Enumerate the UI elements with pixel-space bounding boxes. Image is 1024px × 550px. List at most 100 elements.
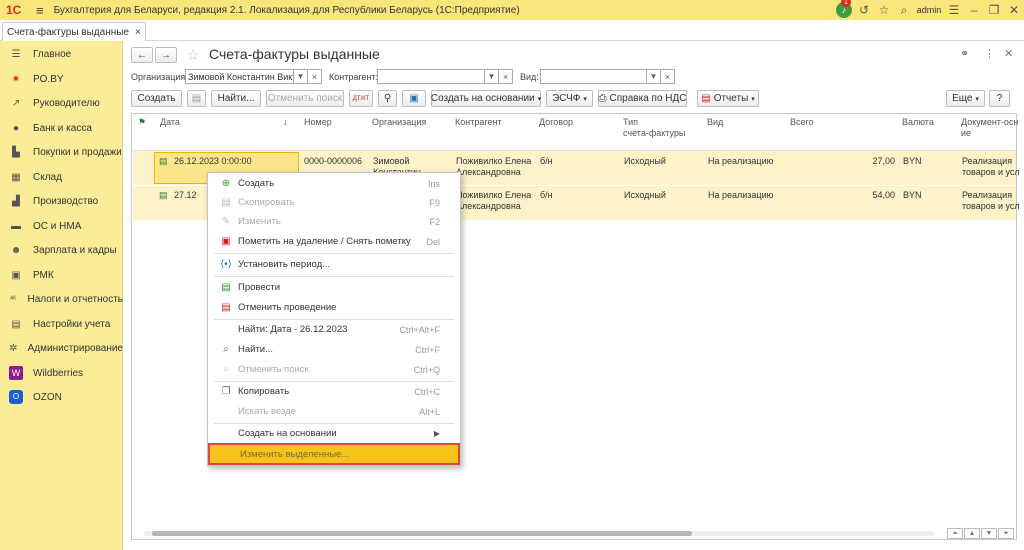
search-icon: ⌕ [223, 344, 229, 355]
menu-item-cancel-search[interactable]: ⌕ Отменить поиск Ctrl+Q [208, 359, 460, 380]
restore-icon[interactable]: ❐ [984, 0, 1004, 20]
menu-item-copy[interactable]: ▤ Скопировать F9 [208, 192, 460, 213]
create-button[interactable]: Создать [131, 90, 182, 107]
col-header-total[interactable]: Всего [790, 117, 814, 128]
horizontal-scrollbar[interactable] [144, 531, 934, 536]
cell-basis: Реализация товаров и усл [962, 156, 1020, 177]
menu-item-create[interactable]: ⊕ Создать Ins [208, 173, 460, 194]
create-based-button[interactable]: Создать на основании ▾ [431, 90, 541, 107]
menu-item-find[interactable]: ⌕ Найти... Ctrl+F [208, 339, 460, 360]
col-header-contractor[interactable]: Контрагент [455, 117, 502, 128]
more-actions-icon[interactable]: ⋮ [984, 47, 995, 60]
copy-icon: ▤ [221, 197, 231, 208]
esf-button[interactable]: ЭСЧФ ▾ [546, 90, 593, 107]
sidebar-item-purchases-sales[interactable]: ▙ Покупки и продажи [0, 140, 123, 164]
forward-button[interactable]: → [155, 47, 177, 63]
sidebar-item-manager[interactable]: ↗ Руководителю [0, 91, 123, 115]
cancel-search-button[interactable]: Отменить поиск [266, 90, 344, 107]
app-title: Бухгалтерия для Беларуси, редакция 2.1. … [53, 4, 520, 16]
history-icon[interactable]: ↺ [854, 0, 874, 20]
attach-button[interactable]: ⚲ [378, 90, 397, 107]
menu-item-unpost[interactable]: ▤ Отменить проведение [208, 297, 460, 318]
tab-close-icon[interactable]: × [135, 27, 141, 38]
org-dropdown-button[interactable]: ▾ [293, 69, 308, 84]
sidebar-item-ozon[interactable]: O OZON [0, 385, 123, 409]
sidebar-item-production[interactable]: ▟ Производство [0, 189, 123, 213]
scroll-bottom-icon[interactable]: ⏷ [998, 528, 1014, 539]
col-header-basis[interactable]: Документ-осн ие [961, 117, 1018, 139]
kind-dropdown-button[interactable]: ▾ [646, 69, 661, 84]
notifications-button[interactable]: ♪ 1 [834, 0, 854, 20]
settings-menu-icon[interactable]: ☰ [944, 0, 964, 20]
menu-item-search-everywhere[interactable]: Искать везде Alt+L [208, 401, 460, 422]
col-header-org[interactable]: Организация [372, 117, 426, 128]
sidebar-item-payroll[interactable]: ☻ Зарплата и кадры [0, 238, 123, 262]
scroll-top-icon[interactable]: ⏶ [947, 528, 963, 539]
clipboard-icon: ❐ [221, 386, 231, 397]
more-button[interactable]: Еще ▾ [946, 90, 985, 107]
sidebar-item-admin[interactable]: ✲ Администрирование [0, 336, 123, 360]
org-field[interactable]: Зимовой Константин Викто [185, 69, 294, 84]
cell-kind: На реализацию [708, 190, 774, 200]
contractor-dropdown-button[interactable]: ▾ [484, 69, 499, 84]
close-icon[interactable]: ✕ [1004, 0, 1024, 20]
favorites-star-icon[interactable]: ☆ [874, 0, 894, 20]
vat-reference-button[interactable]: ⎙ Справка по НДС [598, 90, 687, 107]
kind-field[interactable] [540, 69, 647, 84]
org-clear-button[interactable]: × [307, 69, 322, 84]
col-header-type[interactable]: Тип счета-фактуры [623, 117, 685, 139]
menu-item-find-date[interactable]: Найти: Дата - 26.12.2023 Ctrl+Alt+F [208, 319, 460, 340]
menu-item-edit-selected[interactable]: Изменить выделенные... [208, 443, 460, 465]
col-header-contract[interactable]: Договор [539, 117, 573, 128]
tab-label: Счета-фактуры выданные [7, 26, 129, 38]
menu-item-set-period[interactable]: ⟨•⟩ Установить период... [208, 254, 460, 275]
sidebar-item-warehouse[interactable]: ▦ Склад [0, 165, 123, 189]
help-button[interactable]: ? [989, 90, 1010, 107]
print-form-button[interactable]: ▣ [402, 90, 426, 107]
contractor-field[interactable] [377, 69, 485, 84]
menu-item-clipboard-copy[interactable]: ❐ Копировать Ctrl+C [208, 381, 460, 402]
submenu-arrow-icon: ▶ [433, 429, 440, 438]
col-header-number[interactable]: Номер [304, 117, 332, 128]
close-form-icon[interactable]: ✕ [1004, 47, 1013, 60]
reports-button[interactable]: ▤ Отчеты ▾ [697, 90, 759, 107]
period-icon: ⟨•⟩ [220, 259, 232, 270]
sidebar-item-poby[interactable]: ✷ PO.BY [0, 67, 123, 91]
user-name[interactable]: admin [914, 0, 944, 20]
menu-item-mark-delete[interactable]: ▣ Пометить на удаление / Снять пометку Del [208, 231, 460, 252]
sun-icon: ✷ [11, 73, 21, 85]
main-menu-icon[interactable]: ≡ [36, 3, 44, 18]
kind-clear-button[interactable]: × [660, 69, 675, 84]
scroll-down-icon[interactable]: ▼ [981, 528, 997, 539]
tab-invoices-issued[interactable]: Счета-фактуры выданные × [2, 22, 146, 41]
sidebar-item-rmk[interactable]: ▣ РМК [0, 263, 123, 287]
link-icon[interactable]: ⚭ [960, 47, 969, 60]
sidebar-item-settings[interactable]: ▤ Настройки учета [0, 312, 123, 336]
scroll-up-icon[interactable]: ▲ [964, 528, 980, 539]
col-header-date[interactable]: Дата [160, 117, 180, 128]
menu-item-post[interactable]: ▤ Провести [208, 277, 460, 298]
menu-item-edit[interactable]: ✎ Изменить F2 [208, 211, 460, 232]
find-button[interactable]: Найти... [211, 90, 261, 107]
sidebar-item-bank[interactable]: ● Банк и касса [0, 116, 123, 140]
copy-button[interactable]: ▤ [187, 90, 206, 107]
notification-count: 1 [841, 0, 851, 7]
sidebar-item-fixed-assets[interactable]: ▬ ОС и НМА [0, 214, 123, 238]
minimize-icon[interactable]: – [964, 0, 984, 20]
col-header-currency[interactable]: Валюта [902, 117, 934, 128]
cell-contractor: Поживилко Елена Александровна [456, 190, 532, 211]
sidebar-item-wildberries[interactable]: W Wildberries [0, 361, 123, 385]
sidebar-item-main[interactable]: ☰ Главное [0, 42, 123, 66]
back-button[interactable]: ← [131, 47, 153, 63]
contractor-label: Контрагент: [329, 72, 379, 82]
favorite-star-icon[interactable]: ☆ [186, 46, 199, 64]
dropdown-arrow-icon: ▾ [537, 95, 542, 103]
col-header-kind[interactable]: Вид [707, 117, 723, 128]
dt-kt-button[interactable]: ДТ/КТ [349, 90, 373, 107]
cell-type: Исходный [624, 156, 666, 166]
sidebar-item-taxes[interactable]: ᴬᴷ Налоги и отчетность [0, 287, 123, 311]
search-icon[interactable]: ⌕ [894, 0, 914, 20]
contractor-clear-button[interactable]: × [498, 69, 513, 84]
scrollbar-thumb[interactable] [152, 531, 692, 536]
menu-item-create-based[interactable]: Создать на основании ▶ [208, 423, 460, 444]
